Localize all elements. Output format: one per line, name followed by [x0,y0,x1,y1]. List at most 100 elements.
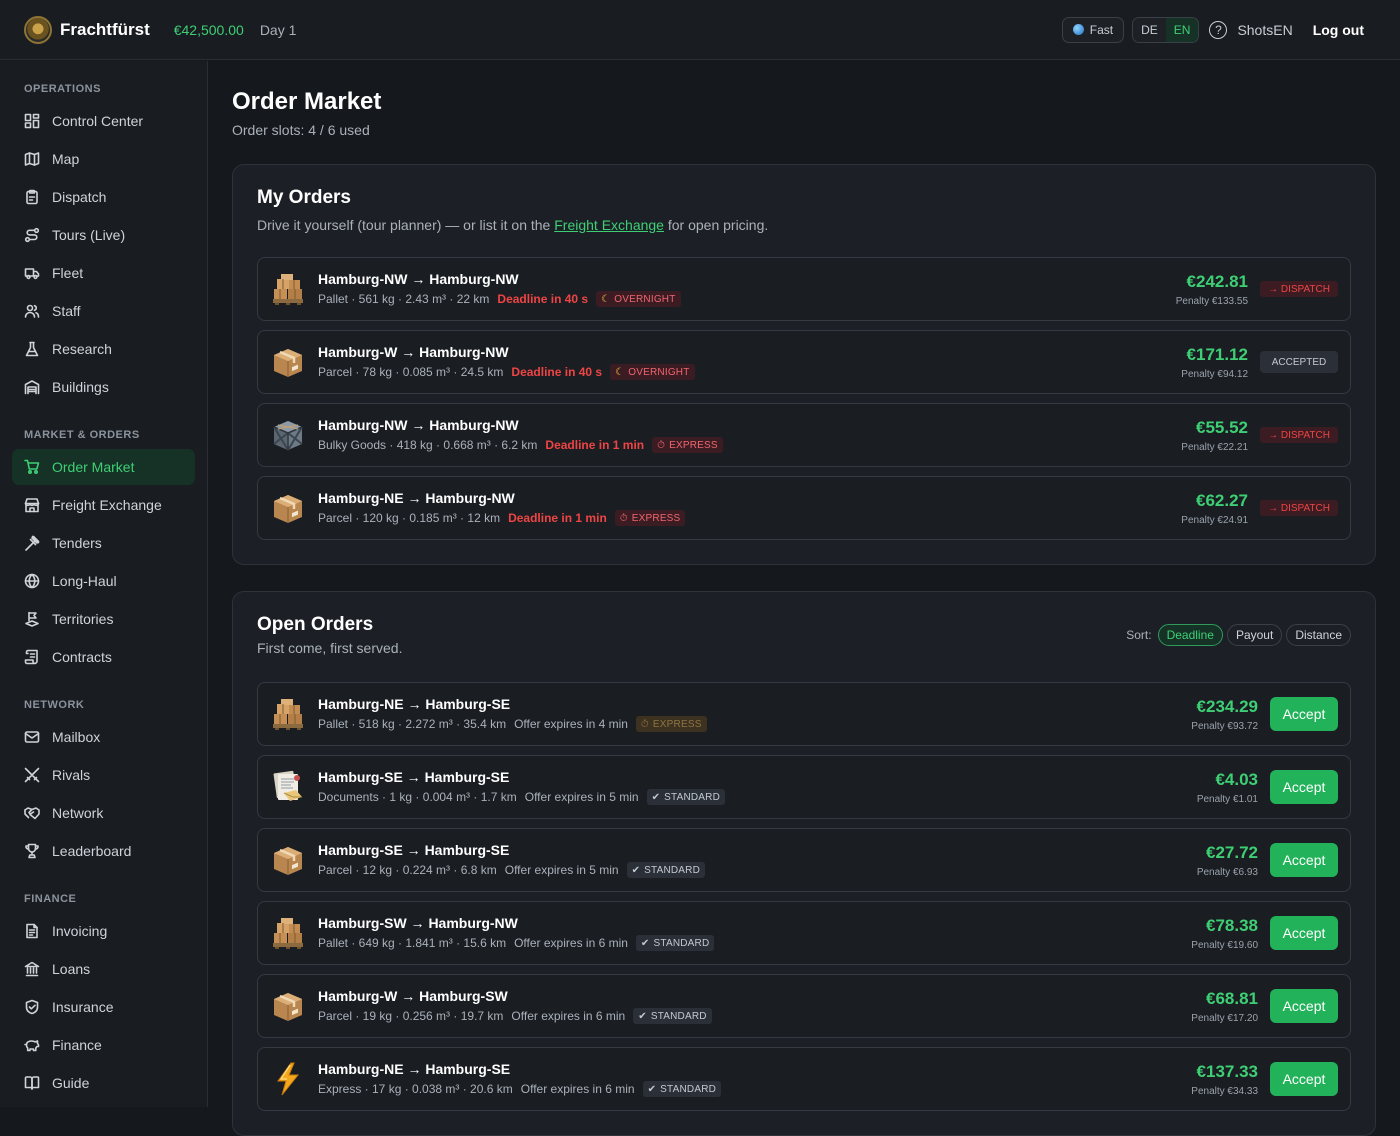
order-meta: Bulky Goods · 418 kg · 0.668 m³ · 6.2 km… [318,437,1169,453]
sidebar-item-buildings[interactable]: Buildings [12,369,195,405]
main-content: Order Market Order slots: 4 / 6 used My … [232,61,1376,1136]
order-penalty: Penalty €22.21 [1181,441,1248,453]
app-name[interactable]: Frachtfürst [60,20,150,40]
accepted-badge: ACCEPTED [1260,351,1338,373]
sidebar-item-fleet[interactable]: Fleet [12,255,195,291]
moon-icon: ☾ [601,293,611,305]
sidebar-item-network[interactable]: Network [12,795,195,831]
speed-toggle-button[interactable]: Fast [1061,16,1125,43]
order-penalty: Penalty €94.12 [1181,368,1248,380]
dispatch-button[interactable]: → DISPATCH [1260,500,1338,516]
sidebar: OPERATIONS Control Center Map Dispatch Tours… [0,61,208,1107]
accept-button[interactable]: Accept [1270,989,1338,1023]
dispatch-button[interactable]: → DISPATCH [1260,281,1338,297]
sidebar-item-freight-exchange[interactable]: Freight Exchange [12,487,195,523]
order-payout: €242.81 [1186,271,1248,291]
sidebar-item-staff[interactable]: Staff [12,293,195,329]
accept-button[interactable]: Accept [1270,770,1338,804]
sidebar-item-research[interactable]: Research [12,331,195,367]
help-icon[interactable]: ? [1209,20,1228,39]
sidebar-item-finance[interactable]: Finance [12,1027,195,1063]
sidebar-item-label: Loans [52,961,91,977]
sidebar-item-map[interactable]: Map [12,141,195,177]
app-logo-icon[interactable] [24,15,52,44]
sidebar-item-label: Staff [52,303,81,319]
sidebar-item-order-market[interactable]: Order Market [12,449,195,485]
my-order-row[interactable]: Hamburg-NE → Hamburg-NW Parcel · 120 kg ·… [257,476,1351,540]
order-route: Hamburg-NW → Hamburg-NW [318,417,519,433]
sidebar-item-leaderboard[interactable]: Leaderboard [12,833,195,869]
sidebar-item-invoicing[interactable]: Invoicing [12,913,195,949]
sort-distance-button[interactable]: Distance [1286,624,1351,646]
sidebar-item-label: Territories [52,611,114,627]
my-order-row[interactable]: Hamburg-NW → Hamburg-NW Bulky Goods · 418… [257,403,1351,467]
order-penalty: Penalty €34.33 [1191,1085,1258,1097]
order-penalty: Penalty €24.91 [1181,514,1248,526]
sidebar-item-label: Freight Exchange [52,497,162,513]
sidebar-item-territories[interactable]: Territories [12,601,195,637]
open-orders-panel: Open Orders First come, first served. So… [232,591,1376,1136]
order-meta: Pallet · 649 kg · 1.841 m³ · 15.6 km Offe… [318,935,1179,951]
open-order-row: Hamburg-SW → Hamburg-NW Pallet · 649 kg ·… [257,901,1351,965]
sidebar-item-label: Buildings [52,379,109,395]
order-tag-standard: ✔ STANDARD [642,1081,722,1097]
language-en-button[interactable]: EN [1165,17,1199,42]
account-balance: €42,500.00 [173,21,244,38]
my-orders-desc-text-end: for open pricing. [663,217,769,233]
globe-icon [24,573,40,589]
order-tag-label: OVERNIGHT [614,293,676,305]
sidebar-item-contracts[interactable]: Contracts [12,639,195,675]
sidebar-item-control-center[interactable]: Control Center [12,103,195,139]
sidebar-item-label: Tenders [52,535,102,551]
open-order-row: Hamburg-W → Hamburg-SW Parcel · 19 kg · 0… [257,974,1351,1038]
order-tag-label: STANDARD [644,864,701,876]
dashboard-icon [24,113,40,129]
order-payout-block: €171.12 Penalty €94.12 [1181,345,1248,380]
order-payout-block: €55.52 Penalty €22.21 [1181,418,1248,453]
sort-deadline-button[interactable]: Deadline [1157,624,1223,646]
language-de-button[interactable]: DE [1133,17,1166,42]
sidebar-item-label: Long-Haul [52,573,117,589]
sidebar-item-label: Fleet [52,265,84,281]
accept-button[interactable]: Accept [1270,697,1338,731]
sidebar-item-long-haul[interactable]: Long-Haul [12,563,195,599]
accept-button[interactable]: Accept [1270,843,1338,877]
speed-globe-icon [1072,24,1084,35]
order-tag-express: ⏱ EXPRESS [614,510,686,526]
my-orders-title: My Orders [257,187,351,208]
dispatch-button[interactable]: → DISPATCH [1260,427,1338,443]
accept-button[interactable]: Accept [1270,1062,1338,1096]
sidebar-item-insurance[interactable]: Insurance [12,989,195,1025]
order-tag-label: EXPRESS [631,512,681,524]
freight-exchange-link[interactable]: Freight Exchange [554,217,664,233]
sidebar-item-mailbox[interactable]: Mailbox [12,719,195,755]
order-expiry: Offer expires in 6 min [511,1009,626,1023]
sidebar-item-settings[interactable]: Settings [12,1103,195,1107]
username[interactable]: ShotsEN [1237,22,1292,38]
book-icon [24,1075,40,1091]
order-payout: €62.27 [1196,490,1248,510]
my-order-row[interactable]: Hamburg-W → Hamburg-NW Parcel · 78 kg · 0… [257,330,1351,394]
order-meta: Express · 17 kg · 0.038 m³ · 20.6 km Offe… [318,1081,1179,1097]
accept-button[interactable]: Accept [1270,916,1338,950]
order-info: Hamburg-SW → Hamburg-NW Pallet · 649 kg ·… [318,915,1179,951]
sidebar-item-tenders[interactable]: Tenders [12,525,195,561]
order-deadline: Deadline in 1 min [545,438,645,452]
moon-icon: ☾ [615,366,625,378]
sidebar-item-loans[interactable]: Loans [12,951,195,987]
sort-payout-button[interactable]: Payout [1226,624,1283,646]
order-cargo-details: Bulky Goods · 418 kg · 0.668 m³ · 6.2 km [318,438,538,452]
sidebar-item-guide[interactable]: Guide [12,1065,195,1101]
order-tag-label: STANDARD [660,1083,717,1095]
order-deadline: Deadline in 40 s [511,365,603,379]
order-route: Hamburg-NE → Hamburg-SE [318,696,511,712]
order-payout-block: €68.81 Penalty €17.20 [1191,989,1258,1024]
sidebar-item-label: Research [52,341,112,357]
order-cargo-details: Pallet · 561 kg · 2.43 m³ · 22 km [318,292,490,306]
sidebar-item-dispatch[interactable]: Dispatch [12,179,195,215]
sidebar-item-tours-live[interactable]: Tours (Live) [12,217,195,253]
order-tag-label: OVERNIGHT [628,366,690,378]
my-order-row[interactable]: Hamburg-NW → Hamburg-NW Pallet · 561 kg ·… [257,257,1351,321]
sidebar-item-rivals[interactable]: Rivals [12,757,195,793]
logout-button[interactable]: Log out [1313,22,1364,38]
